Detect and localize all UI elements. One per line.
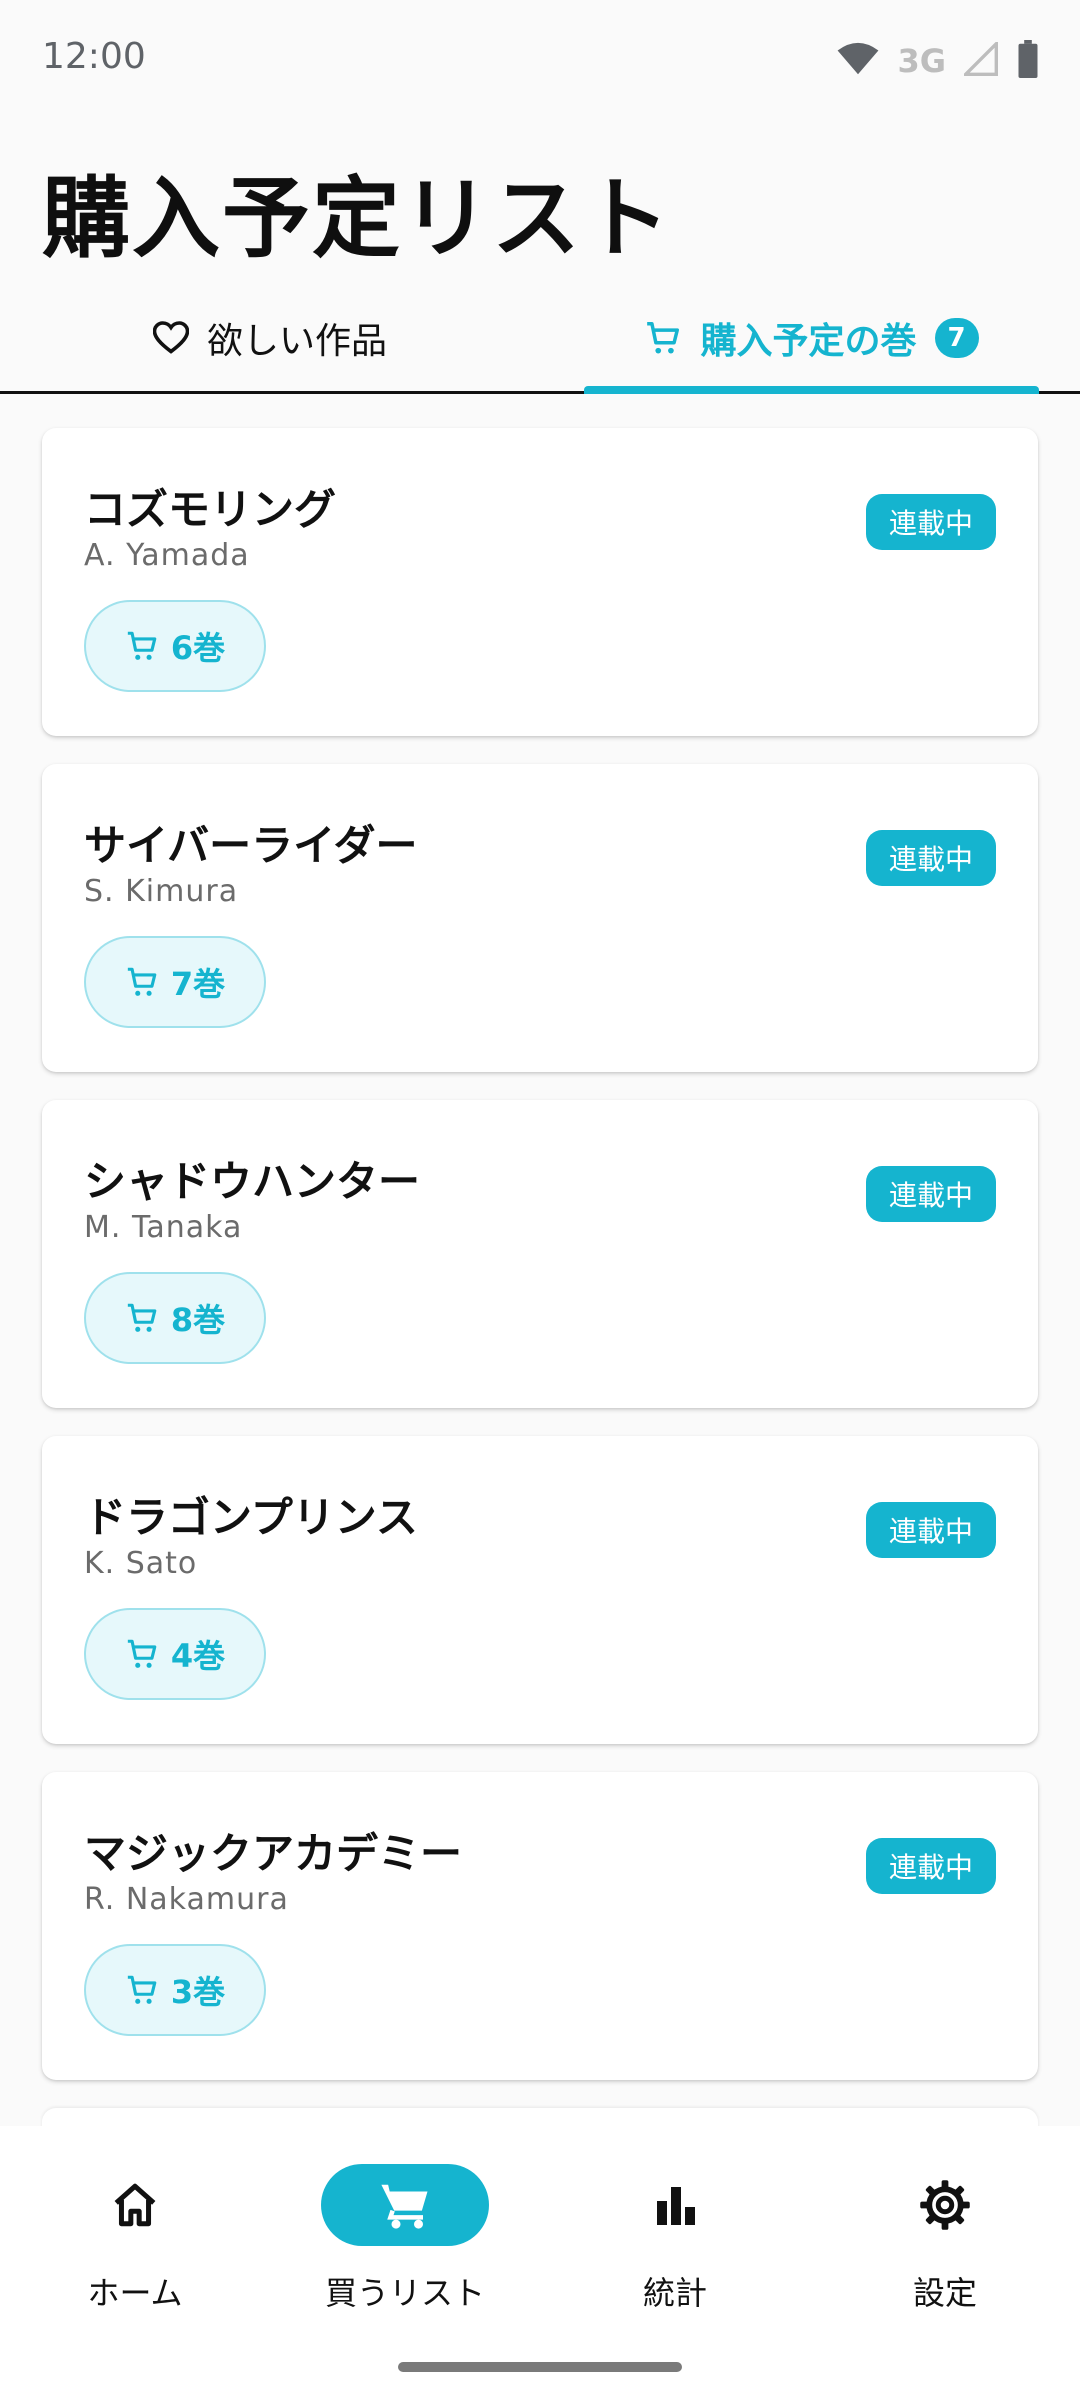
tab-bar: 欲しい作品 購入予定の巻 7 xyxy=(0,282,1080,394)
wifi-icon xyxy=(837,42,879,80)
status-badge: 連載中 xyxy=(866,1166,996,1222)
list-item[interactable]: サイバーライダー S. Kimura 連載中 7巻 xyxy=(42,764,1038,1072)
list-item[interactable]: シャドウハンター M. Tanaka 連載中 8巻 xyxy=(42,1100,1038,1408)
volume-button[interactable]: 8巻 xyxy=(84,1272,266,1364)
volume-label: 4巻 xyxy=(170,1637,226,1675)
battery-icon xyxy=(1016,40,1040,82)
item-author: A. Yamada xyxy=(84,538,250,573)
status-badge: 連載中 xyxy=(866,494,996,550)
volume-label: 8巻 xyxy=(170,1301,226,1339)
item-title: ドラゴンプリンス xyxy=(84,1493,418,1542)
cart-icon xyxy=(125,1301,159,1335)
cart-icon xyxy=(321,2164,489,2246)
gear-icon xyxy=(861,2164,1029,2246)
count-badge: 7 xyxy=(934,318,979,358)
item-author: K. Sato xyxy=(84,1546,198,1581)
status-badge: 連載中 xyxy=(866,1838,996,1894)
cart-icon xyxy=(125,965,159,999)
status-badge: 連載中 xyxy=(866,1502,996,1558)
nav-home-label: ホーム xyxy=(87,2274,183,2312)
nav-stats[interactable]: 統計 xyxy=(540,2164,810,2324)
nav-buy-list[interactable]: 買うリスト xyxy=(270,2164,540,2324)
volume-button[interactable]: 4巻 xyxy=(84,1608,266,1700)
list-item[interactable]: マジックアカデミー R. Nakamura 連載中 3巻 xyxy=(42,1772,1038,2080)
network-type: 3G xyxy=(897,42,946,80)
cart-icon xyxy=(644,319,682,357)
item-title: コズモリング xyxy=(84,485,337,534)
nav-home[interactable]: ホーム xyxy=(0,2164,270,2324)
page-title: 購入予定リスト xyxy=(42,167,673,270)
status-icons: 3G xyxy=(837,39,1040,82)
list-item[interactable]: ドラゴンプリンス K. Sato 連載中 4巻 xyxy=(42,1436,1038,1744)
item-title: マジックアカデミー xyxy=(84,1829,463,1878)
tab-planned-volumes[interactable]: 購入予定の巻 7 xyxy=(584,282,1039,394)
heart-icon xyxy=(152,321,189,355)
status-badge: 連載中 xyxy=(866,830,996,886)
status-time: 12:00 xyxy=(42,36,146,77)
volume-label: 7巻 xyxy=(170,965,226,1003)
volume-button[interactable]: 6巻 xyxy=(84,600,266,692)
bar-chart-icon xyxy=(591,2164,759,2246)
volume-button[interactable]: 7巻 xyxy=(84,936,266,1028)
item-author: R. Nakamura xyxy=(84,1882,289,1917)
item-author: S. Kimura xyxy=(84,874,239,909)
tab-wishlist[interactable]: 欲しい作品 xyxy=(0,282,540,394)
item-title: サイバーライダー xyxy=(84,821,418,870)
nav-settings-label: 設定 xyxy=(912,2274,977,2312)
cart-icon xyxy=(125,629,159,663)
cart-icon xyxy=(125,1973,159,2007)
gesture-bar[interactable] xyxy=(398,2362,682,2372)
nav-settings[interactable]: 設定 xyxy=(810,2164,1080,2324)
tab-planned-label: 購入予定の巻 xyxy=(700,321,917,362)
item-author: M. Tanaka xyxy=(84,1210,243,1245)
cart-icon xyxy=(125,1637,159,1671)
nav-stats-label: 統計 xyxy=(642,2274,707,2312)
volume-label: 3巻 xyxy=(170,1973,226,2011)
item-title: シャドウハンター xyxy=(84,1157,421,1206)
volume-button[interactable]: 3巻 xyxy=(84,1944,266,2036)
home-icon xyxy=(51,2164,219,2246)
list-item[interactable]: コズモリング A. Yamada 連載中 6巻 xyxy=(42,428,1038,736)
status-bar: 12:00 3G xyxy=(0,0,1080,120)
bottom-navigation: ホーム 買うリスト 統計 設定 xyxy=(0,2126,1080,2400)
nav-buy-list-label: 買うリスト xyxy=(324,2274,485,2312)
volume-label: 6巻 xyxy=(170,629,226,667)
tab-wishlist-label: 欲しい作品 xyxy=(206,321,387,362)
screen: 12:00 3G 購入予定リスト 欲しい作品 購入予定の巻 7 コズモリング A… xyxy=(0,0,1080,2400)
tab-indicator xyxy=(584,386,1039,394)
signal-icon xyxy=(961,39,998,80)
planned-list: コズモリング A. Yamada 連載中 6巻 サイバーライダー S. Kimu… xyxy=(42,428,1038,2176)
